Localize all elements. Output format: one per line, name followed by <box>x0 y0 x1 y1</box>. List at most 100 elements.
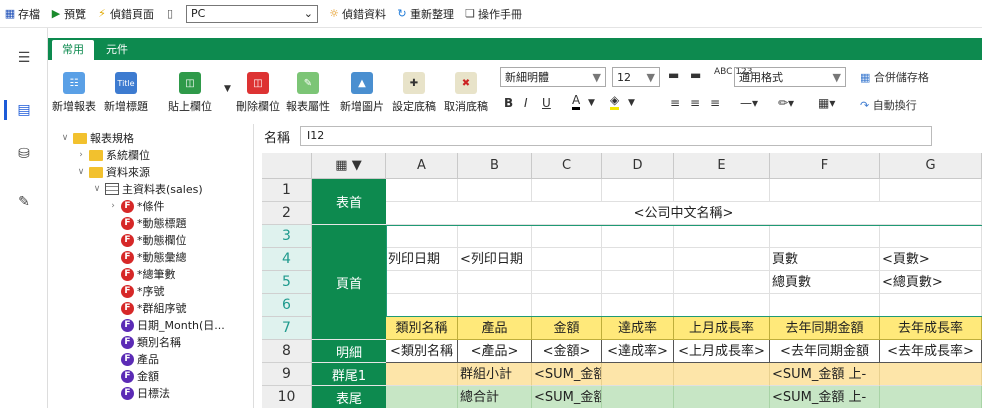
sheet-cell[interactable] <box>458 179 532 202</box>
column-header[interactable]: C <box>532 153 602 179</box>
group-footer-cell[interactable]: <SUM_金額 上- <box>770 363 880 386</box>
column-header[interactable]: D <box>602 153 674 179</box>
reorganize-button[interactable]: ↻ 重新整理 <box>396 6 454 22</box>
italic-button[interactable]: I <box>524 96 528 110</box>
band-header[interactable]: 表首 <box>312 179 386 225</box>
row-header[interactable]: 8 <box>262 340 312 363</box>
sheet-cell[interactable] <box>674 179 770 202</box>
row-header[interactable]: 10 <box>262 386 312 408</box>
sheet-cell[interactable] <box>386 179 458 202</box>
tab-common[interactable]: 常用 <box>52 40 94 60</box>
row-header[interactable]: 5 <box>262 271 312 294</box>
detail-cell[interactable]: <類別名稱 <box>386 340 458 363</box>
sheet-cell[interactable] <box>880 179 982 202</box>
column-header[interactable]: B <box>458 153 532 179</box>
sheet-cell[interactable] <box>770 179 880 202</box>
align-center-icon[interactable]: ≡ <box>690 96 700 110</box>
debug-page-button[interactable]: ⚡ 偵錯頁面 <box>96 6 154 22</box>
detail-cell[interactable]: <產品> <box>458 340 532 363</box>
new-report-button[interactable]: ☷ 新增報表 <box>52 72 96 114</box>
report-chart-icon[interactable]: ▤ <box>14 100 34 120</box>
column-title-cell[interactable]: 去年成長率 <box>880 317 982 340</box>
tree-item[interactable]: F 類別名稱 <box>108 334 181 350</box>
expand-icon[interactable]: ∨ <box>76 167 86 177</box>
increase-font-icon[interactable]: ▬ <box>668 68 679 82</box>
company-name-cell[interactable]: <公司中文名稱> <box>386 202 982 225</box>
font-size-select[interactable]: 12 ▼ <box>612 67 660 87</box>
band-footer[interactable]: 表尾 <box>312 386 386 408</box>
band-detail[interactable]: 明細 <box>312 340 386 363</box>
collapse-icon[interactable]: › <box>76 150 86 160</box>
total-cell[interactable]: <SUM_金額 上- <box>770 386 880 408</box>
paste-field-button[interactable]: ◫ 貼上欄位 <box>168 72 212 114</box>
border-grid-icon[interactable]: ▦▾ <box>818 96 835 110</box>
row-header[interactable]: 6 <box>262 294 312 317</box>
column-header[interactable]: G <box>880 153 982 179</box>
tree-item[interactable]: F *群組序號 <box>108 300 187 316</box>
group-footer-cell[interactable] <box>386 363 458 386</box>
delete-field-button[interactable]: ◫ 刪除欄位 <box>236 72 280 114</box>
total-cell[interactable] <box>386 386 458 408</box>
group-footer-cell[interactable]: 群組小計 <box>458 363 532 386</box>
tree-item[interactable]: ∨ 報表規格 <box>60 130 134 146</box>
sheet-cell[interactable] <box>602 179 674 202</box>
row-header[interactable]: 1 <box>262 179 312 202</box>
row-header[interactable]: 7 <box>262 317 312 340</box>
group-footer-cell[interactable] <box>602 363 674 386</box>
border-color-icon[interactable]: ✏▾ <box>778 96 794 110</box>
device-select[interactable]: PC ⌄ <box>186 4 318 23</box>
column-title-cell[interactable]: 產品 <box>458 317 532 340</box>
sheet-options-button[interactable]: ▦ ▼ <box>312 153 386 179</box>
tree-item[interactable]: › F *條件 <box>108 198 165 214</box>
paste-field-dropdown-icon[interactable]: ▼ <box>224 84 231 94</box>
new-image-button[interactable]: ▲ 新增圖片 <box>340 72 384 114</box>
wrap-text-button[interactable]: ↷ 自動換行 <box>860 97 917 113</box>
database-icon[interactable]: ⛁ <box>14 144 34 164</box>
detail-cell[interactable]: <達成率> <box>602 340 674 363</box>
tab-components[interactable]: 元件 <box>96 40 138 60</box>
band-group-footer[interactable]: 群尾1 <box>312 363 386 386</box>
column-header[interactable]: A <box>386 153 458 179</box>
row-header[interactable]: 3 <box>262 225 312 248</box>
tree-item[interactable]: F *總筆數 <box>108 266 176 282</box>
row-header[interactable]: 9 <box>262 363 312 386</box>
debug-data-button[interactable]: ☼ 偵錯資料 <box>328 6 386 22</box>
tree-item[interactable]: F 日標法 <box>108 385 170 401</box>
column-header[interactable]: E <box>674 153 770 179</box>
column-title-cell[interactable]: 達成率 <box>602 317 674 340</box>
group-footer-cell[interactable] <box>674 363 770 386</box>
font-color-button[interactable]: A <box>572 94 581 110</box>
column-title-cell[interactable]: 上月成長率 <box>674 317 770 340</box>
sheet-cell[interactable] <box>532 179 602 202</box>
tree-item[interactable]: F *序號 <box>108 283 165 299</box>
expand-icon[interactable]: ∨ <box>60 133 70 143</box>
detail-cell[interactable]: <上月成長率> <box>674 340 770 363</box>
total-cell[interactable] <box>602 386 674 408</box>
tree-item[interactable]: F *動態標題 <box>108 215 187 231</box>
total-cell[interactable]: <SUM_金額 <box>532 386 602 408</box>
underline-button[interactable]: U <box>542 96 551 110</box>
total-cell[interactable]: 總合計 <box>458 386 532 408</box>
cancel-base-button[interactable]: ✖ 取消底稿 <box>444 72 488 114</box>
fill-color-dropdown-icon[interactable]: ▼ <box>628 98 635 108</box>
tree-item[interactable]: ∨ 資料來源 <box>76 164 150 180</box>
group-footer-cell[interactable] <box>880 363 982 386</box>
column-title-cell[interactable]: 去年同期金額 <box>770 317 880 340</box>
number-format-select[interactable]: 通用格式 ▼ <box>734 67 846 87</box>
menu-icon[interactable]: ☰ <box>14 48 34 68</box>
preview-button[interactable]: ▶ 預覽 <box>50 6 86 22</box>
tree-item[interactable]: F 金額 <box>108 368 159 384</box>
total-cell[interactable] <box>674 386 770 408</box>
set-base-button[interactable]: ✚ 設定底稿 <box>392 72 436 114</box>
save-button[interactable]: ▦ 存檔 <box>4 6 40 22</box>
band-page-header[interactable]: 頁首 <box>312 225 386 340</box>
tree-item[interactable]: F 產品 <box>108 351 159 367</box>
name-field[interactable]: I12 <box>300 126 932 146</box>
bold-button[interactable]: B <box>504 96 513 110</box>
column-title-cell[interactable]: 類別名稱 <box>386 317 458 340</box>
font-color-dropdown-icon[interactable]: ▼ <box>588 98 595 108</box>
row-header[interactable]: 2 <box>262 202 312 225</box>
collapse-icon[interactable]: › <box>108 201 118 211</box>
align-left-icon[interactable]: ≡ <box>670 96 680 110</box>
font-name-select[interactable]: 新細明體 ▼ <box>500 67 606 87</box>
